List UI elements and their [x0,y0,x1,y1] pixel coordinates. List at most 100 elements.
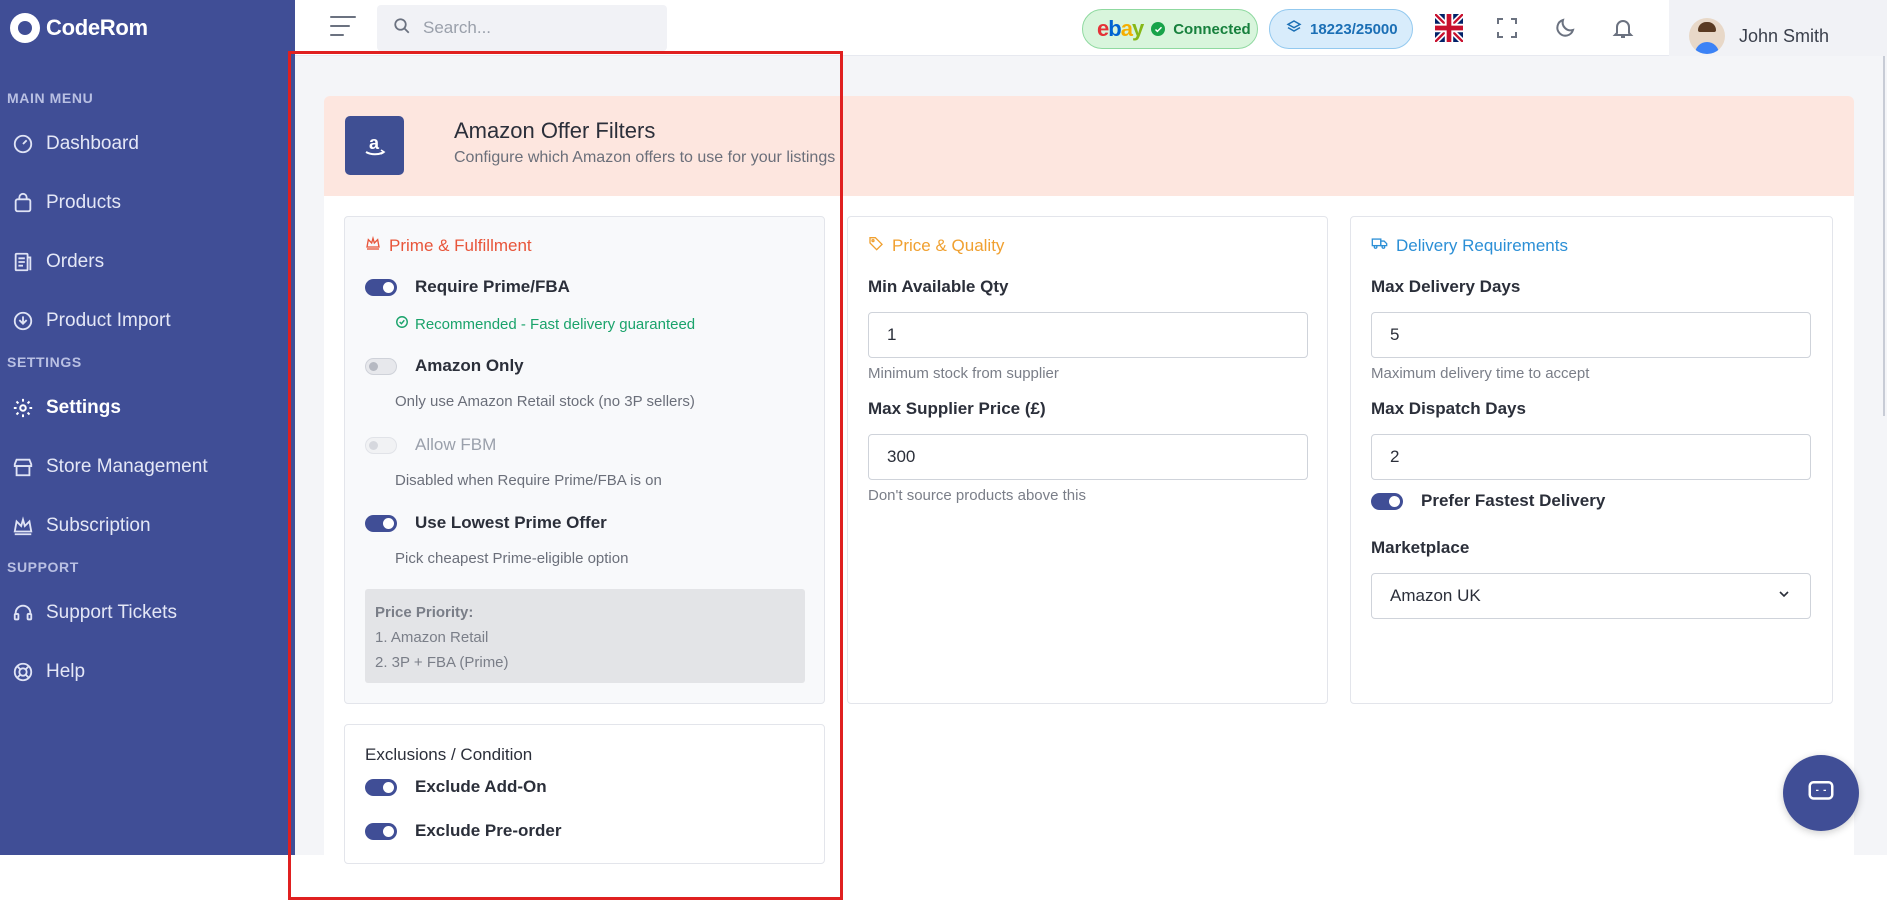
price-priority-heading: Price Priority: [375,604,474,621]
min-qty-label: Min Available Qty [868,277,1009,296]
sidebar-item-store-management[interactable]: Store Management [0,437,295,496]
require-prime-toggle[interactable] [365,278,397,296]
avatar [1689,18,1725,54]
sidebar-item-label: Orders [46,250,105,272]
sidebar-item-label: Store Management [46,455,208,477]
price-panel-title: Price & Quality [892,235,1005,255]
exclusions-panel: Exclusions / Condition Exclude Add-On Ex… [344,724,825,864]
chat-button[interactable] [1783,755,1859,831]
require-prime-label: Require Prime/FBA [415,277,570,296]
max-price-label: Max Supplier Price (£) [868,399,1046,418]
max-dispatch-label: Max Dispatch Days [1371,399,1526,418]
amazon-only-help: Only use Amazon Retail stock (no 3P sell… [395,393,695,410]
layers-icon [1286,19,1302,39]
prefer-fastest-label: Prefer Fastest Delivery [1421,491,1606,510]
allow-fbm-toggle[interactable] [365,436,397,454]
allow-fbm-row: Allow FBM [365,435,496,455]
max-delivery-label: Max Delivery Days [1371,277,1521,296]
check-circle-icon [395,315,409,333]
menu-toggle-icon[interactable] [330,16,356,40]
price-priority-line: 2. 3P + FBA (Prime) [375,654,509,671]
uk-flag-icon[interactable] [1435,14,1463,42]
min-qty-help: Minimum stock from supplier [868,365,1059,382]
sidebar: CodeRom MAIN MENU Dashboard Products Ord… [0,0,295,855]
sidebar-item-orders[interactable]: Orders [0,232,295,291]
section-title-main-menu: MAIN MENU [7,90,94,106]
max-price-input[interactable] [868,434,1308,480]
sidebar-item-support-tickets[interactable]: Support Tickets [0,583,295,642]
page-title: Amazon Offer Filters [454,118,656,143]
ebay-logo: ebay [1097,16,1144,41]
price-quality-panel: Price & Quality Min Available Qty Minimu… [847,216,1328,704]
brand-logo[interactable]: CodeRom [0,0,295,56]
price-panel-header: Price & Quality [868,235,1004,256]
max-price-help: Don't source products above this [868,487,1086,504]
sidebar-item-label: Product Import [46,309,171,331]
sidebar-item-label: Products [46,191,121,213]
page-header: a Amazon Offer Filters Configure which A… [324,96,1854,196]
sidebar-item-product-import[interactable]: Product Import [0,291,295,350]
lowest-prime-toggle[interactable] [365,514,397,532]
amazon-only-toggle[interactable] [365,357,397,375]
exclusions-title: Exclusions / Condition [365,745,533,764]
prime-panel-title: Prime & Fulfillment [389,235,532,255]
bag-icon [12,192,34,214]
prime-fulfillment-panel: Prime & Fulfillment Require Prime/FBA Re… [344,216,825,704]
bell-icon[interactable] [1609,14,1637,42]
sidebar-item-dashboard[interactable]: Dashboard [0,114,295,173]
prefer-fastest-toggle[interactable] [1371,492,1403,510]
search-box[interactable] [377,5,667,51]
amazon-icon: a [345,116,404,175]
exclude-add-on-label: Exclude Add-On [415,777,547,796]
search-input[interactable] [423,18,643,38]
main-content: a Amazon Offer Filters Configure which A… [295,56,1887,864]
credits-badge[interactable]: 18223/25000 [1269,9,1413,49]
dashboard-icon [12,133,34,155]
exclude-add-on-toggle[interactable] [365,778,397,796]
import-icon [12,310,34,332]
marketplace-value: Amazon UK [1390,586,1481,605]
exclude-pre-order-toggle[interactable] [365,822,397,840]
max-delivery-input[interactable] [1371,312,1811,358]
gear-icon [12,397,34,419]
allow-fbm-label: Allow FBM [415,435,497,454]
credits-count: 18223/25000 [1310,20,1398,38]
marketplace-label: Marketplace [1371,538,1470,557]
fullscreen-icon[interactable] [1493,14,1521,42]
brand-name: CodeRom [46,15,148,40]
scrollbar[interactable] [1883,56,1885,416]
section-title-settings: SETTINGS [7,354,82,370]
sidebar-item-label: Settings [46,396,121,418]
ebay-connection-badge[interactable]: ebay Connected [1082,9,1258,49]
orders-icon [12,251,34,273]
amazon-only-row: Amazon Only [365,356,524,376]
check-circle-icon [1151,22,1166,36]
sidebar-item-help[interactable]: Help [0,642,295,701]
delivery-panel-header: Delivery Requirements [1371,235,1568,256]
svg-text:a: a [369,133,380,153]
lowest-prime-row: Use Lowest Prime Offer [365,513,607,533]
max-delivery-help: Maximum delivery time to accept [1371,365,1590,382]
sidebar-item-subscription[interactable]: Subscription [0,496,295,555]
crown-icon [12,515,34,537]
sidebar-item-label: Dashboard [46,132,139,154]
sidebar-item-label: Support Tickets [46,601,177,623]
max-dispatch-input[interactable] [1371,434,1811,480]
prime-panel-header: Prime & Fulfillment [365,235,532,256]
price-priority-box: Price Priority: 1. Amazon Retail 2. 3P +… [365,589,805,683]
dark-mode-icon[interactable] [1551,14,1579,42]
search-icon [393,17,411,40]
exclude-pre-order-row: Exclude Pre-order [365,821,561,841]
delivery-panel-title: Delivery Requirements [1396,235,1568,255]
crown-icon [365,235,381,256]
top-bar: ebay Connected 18223/25000 John Smith [295,0,1887,72]
sidebar-item-settings[interactable]: Settings [0,378,295,437]
require-prime-row: Require Prime/FBA [365,277,570,297]
marketplace-select[interactable]: Amazon UK [1371,573,1811,619]
min-qty-input[interactable] [868,312,1308,358]
sidebar-item-products[interactable]: Products [0,173,295,232]
sidebar-item-label: Subscription [46,514,151,536]
logo-icon [10,13,40,43]
lowest-prime-label: Use Lowest Prime Offer [415,513,607,532]
ebay-status-text: Connected [1173,20,1251,38]
